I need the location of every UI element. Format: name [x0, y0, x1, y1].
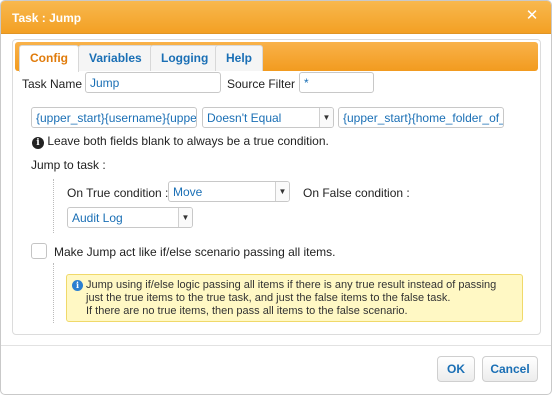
on-true-select[interactable]: Move ▼ — [168, 181, 290, 202]
ifelse-note: i Jump using if/else logic passing all i… — [66, 274, 523, 322]
tab-logging[interactable]: Logging — [150, 45, 220, 71]
dialog-titlebar[interactable]: Task : Jump ✕ — [1, 1, 551, 34]
on-true-value: Move — [173, 185, 203, 199]
chevron-down-icon: ▼ — [275, 182, 289, 201]
on-false-label: On False condition : — [303, 186, 410, 200]
source-filter-label: Source Filter : — [227, 77, 302, 91]
tab-help[interactable]: Help — [215, 45, 264, 71]
dialog-title: Task : Jump — [12, 11, 82, 25]
footer-divider — [1, 345, 551, 346]
condition-operator-value: Doesn't Equal — [207, 111, 282, 125]
task-name-input[interactable]: Jump — [85, 72, 221, 93]
note-line: just the true items to the true task, an… — [86, 292, 451, 304]
info-icon: i — [32, 137, 44, 149]
ok-button[interactable]: OK — [437, 356, 475, 382]
condition-right-input[interactable]: {upper_start}{home_folder_of_ — [338, 107, 504, 128]
ifelse-checkbox[interactable] — [31, 243, 47, 259]
close-icon[interactable]: ✕ — [523, 7, 541, 25]
info-icon: i — [72, 280, 83, 291]
task-name-label: Task Name : — [22, 77, 89, 91]
condition-left-input[interactable]: {upper_start}{username}{upper_start}{hom… — [31, 107, 197, 128]
tab-config[interactable]: Config — [19, 45, 79, 72]
chevron-down-icon: ▼ — [319, 108, 333, 127]
tab-strip: Config Variables Logging Help — [15, 42, 538, 72]
section-divider — [53, 179, 54, 233]
cancel-button[interactable]: Cancel — [482, 356, 538, 382]
ifelse-checkbox-label: Make Jump act like if/else scenario pass… — [54, 245, 336, 259]
tab-variables[interactable]: Variables — [78, 45, 153, 71]
blank-hint-text: Leave both fields blank to always be a t… — [47, 134, 329, 148]
ifelse-note-text: Jump using if/else logic passing all ite… — [86, 279, 496, 318]
section-divider — [53, 263, 54, 323]
jump-to-task-label: Jump to task : — [31, 158, 106, 172]
condition-operator-select[interactable]: Doesn't Equal ▼ — [202, 107, 334, 128]
chevron-down-icon: ▼ — [178, 208, 192, 227]
on-false-value: Audit Log — [72, 211, 123, 225]
note-line: Jump using if/else logic passing all ite… — [86, 279, 497, 291]
on-false-select[interactable]: Audit Log ▼ — [67, 207, 193, 228]
note-line: If there are no true items, then pass al… — [86, 305, 408, 317]
task-dialog: Task : Jump ✕ Config Variables Logging H… — [0, 0, 552, 395]
source-filter-input[interactable]: * — [299, 72, 374, 93]
blank-hint: i Leave both fields blank to always be a… — [32, 134, 329, 149]
on-true-label: On True condition : — [67, 186, 169, 200]
